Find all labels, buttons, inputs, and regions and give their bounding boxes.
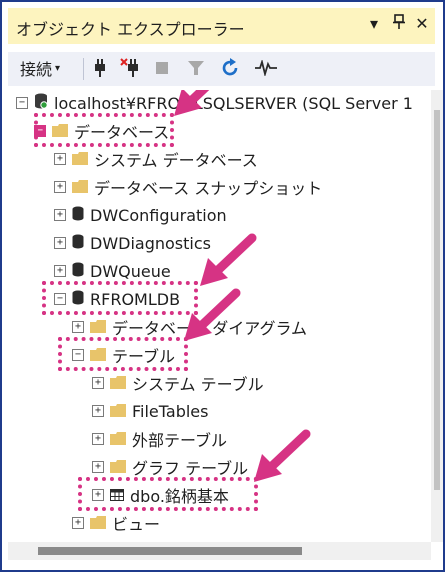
highlight-box-databases xyxy=(34,113,174,147)
object-tree: − localhost¥RFROMLSQLSERVER (SQL Server … xyxy=(8,90,431,542)
tree-node-label: DWQueue xyxy=(90,261,171,281)
connect-plug-icon[interactable] xyxy=(88,54,112,82)
folder-icon xyxy=(72,178,88,197)
expand-icon[interactable]: + xyxy=(54,237,66,249)
panel-title-bar: オブジェクト エクスプローラー ▾ ✕ xyxy=(8,8,435,44)
expand-icon[interactable]: + xyxy=(92,377,104,389)
tree-node-label: FileTables xyxy=(132,401,209,421)
window-position-dropdown-icon[interactable]: ▾ xyxy=(363,14,385,33)
highlight-box-tables xyxy=(58,337,188,371)
tree-node-dwdiagnostics[interactable]: + DWDiagnostics xyxy=(54,230,211,256)
pointer-arrow-icon xyxy=(174,90,210,116)
panel-title: オブジェクト エクスプローラー xyxy=(16,20,245,39)
tree-node-system-tables[interactable]: + システム テーブル xyxy=(92,370,264,396)
pointer-arrow-icon xyxy=(254,429,311,482)
server-icon xyxy=(34,93,48,113)
pin-icon[interactable] xyxy=(388,14,410,34)
folder-icon xyxy=(110,402,126,421)
pointer-arrow-icon xyxy=(184,288,241,341)
tree-node-label: グラフ テーブル xyxy=(132,459,249,478)
expand-icon[interactable]: + xyxy=(54,153,66,165)
toolbar-separator xyxy=(83,58,84,80)
folder-icon xyxy=(90,514,106,533)
tree-node-label: システム テーブル xyxy=(132,375,264,394)
object-explorer-panel: オブジェクト エクスプローラー ▾ ✕ 接続 ▾ − localhost¥RFR… xyxy=(0,0,445,572)
tree-node-label: DWConfiguration xyxy=(90,205,227,225)
connect-button[interactable]: 接続 ▾ xyxy=(20,54,60,82)
horizontal-scrollbar[interactable] xyxy=(8,542,431,560)
folder-icon xyxy=(90,318,106,337)
tree-node-label: DWDiagnostics xyxy=(90,233,211,253)
filter-icon[interactable] xyxy=(184,54,208,82)
tree-node-system-databases[interactable]: + システム データベース xyxy=(54,146,258,172)
tree-node-filetables[interactable]: + FileTables xyxy=(92,398,208,424)
expand-icon[interactable]: + xyxy=(54,265,66,277)
tree-node-label: システム データベース xyxy=(94,151,258,170)
database-icon xyxy=(72,206,84,225)
folder-icon xyxy=(110,458,126,477)
activity-monitor-icon[interactable] xyxy=(252,54,280,82)
refresh-icon[interactable] xyxy=(218,54,242,82)
database-icon xyxy=(72,262,84,281)
highlight-box-table-meigara xyxy=(78,477,258,511)
close-icon[interactable]: ✕ xyxy=(411,14,433,33)
tree-node-label: ビュー xyxy=(112,515,161,534)
horizontal-scrollbar-thumb[interactable] xyxy=(38,547,302,555)
expand-icon[interactable]: + xyxy=(72,321,84,333)
tree-node-views[interactable]: + ビュー xyxy=(72,510,160,536)
disconnect-plug-icon[interactable] xyxy=(118,54,144,82)
folder-icon xyxy=(110,430,126,449)
expand-icon[interactable]: + xyxy=(54,209,66,221)
expand-icon[interactable]: + xyxy=(92,461,104,473)
expand-icon[interactable]: + xyxy=(92,433,104,445)
folder-icon xyxy=(72,150,88,169)
tree-node-label: データベース スナップショット xyxy=(94,179,323,198)
expand-icon[interactable]: + xyxy=(92,405,104,417)
explorer-toolbar: 接続 ▾ xyxy=(8,52,435,86)
vertical-scrollbar-thumb[interactable] xyxy=(434,110,440,490)
tree-node-label: 外部テーブル xyxy=(132,431,228,450)
expand-icon[interactable]: + xyxy=(54,181,66,193)
collapse-icon[interactable]: − xyxy=(16,97,28,109)
database-icon xyxy=(72,234,84,253)
tree-node-external-tables[interactable]: + 外部テーブル xyxy=(92,426,227,452)
chevron-down-icon: ▾ xyxy=(55,62,61,74)
expand-icon[interactable]: + xyxy=(72,517,84,529)
folder-icon xyxy=(110,374,126,393)
tree-node-dwconfiguration[interactable]: + DWConfiguration xyxy=(54,202,227,228)
vertical-scrollbar[interactable] xyxy=(431,90,443,542)
connect-label: 接続 xyxy=(20,60,53,79)
stop-icon[interactable] xyxy=(152,54,172,82)
tree-node-snapshots[interactable]: + データベース スナップショット xyxy=(54,174,322,200)
highlight-box-rfromldb xyxy=(42,281,198,315)
